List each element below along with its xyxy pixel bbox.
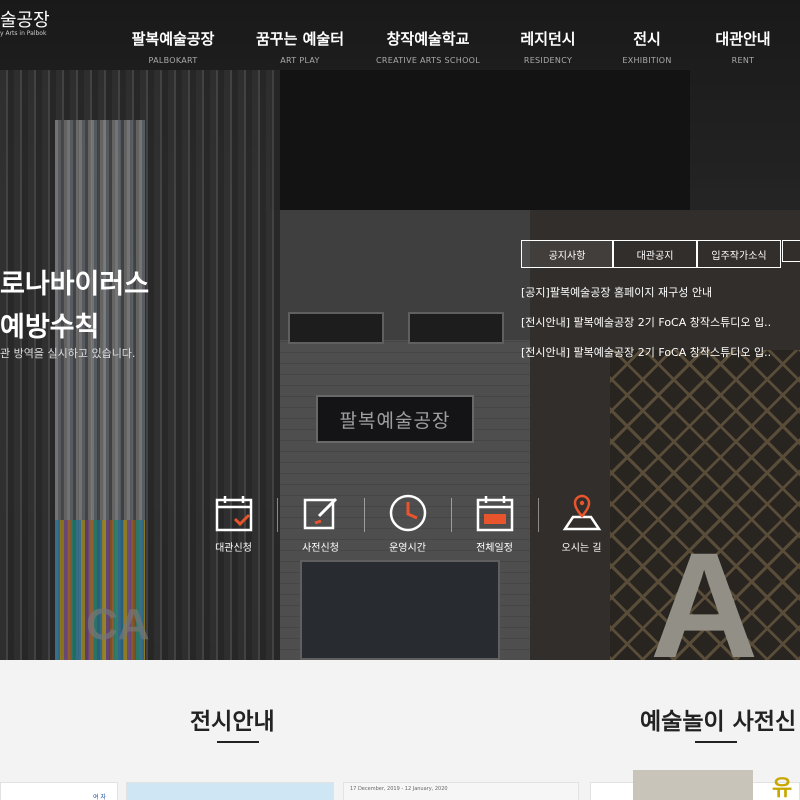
nav-item-residency[interactable]: 레지던시 RESIDENCY	[492, 28, 604, 65]
art-play-thumbnail[interactable]	[633, 770, 753, 800]
nav-item-label: 대관안내	[715, 30, 771, 48]
calendar-check-icon	[211, 492, 257, 534]
nav-item-label: 전시	[633, 30, 661, 48]
quick-rental-application[interactable]: 대관신청	[190, 492, 277, 554]
nav-item-art-play[interactable]: 꿈꾸는 예술터 ART PLAY	[236, 28, 364, 65]
tab-rental-notice[interactable]: 대관공지	[613, 240, 697, 268]
exhibition-section-title: 전시안내	[190, 709, 275, 735]
site-logo-subtitle: y Arts in Palbok	[0, 30, 47, 37]
nav-item-label: 팔복예술공장	[131, 30, 215, 48]
art-play-card-title: 유	[772, 776, 793, 800]
nav-item-label: 레지던시	[520, 30, 576, 48]
quick-label: 오시는 길	[561, 543, 602, 554]
quick-label: 대관신청	[215, 543, 252, 554]
quick-label: 운영시간	[389, 543, 426, 554]
nav-item-sublabel: CREATIVE ARTS SCHOOL	[375, 56, 481, 65]
quick-opening-hours[interactable]: 운영시간	[364, 492, 451, 554]
section-underline	[695, 741, 737, 743]
nav-item-sublabel: EXHIBITION	[622, 56, 672, 65]
nav-item-rent[interactable]: 대관안내 RENT	[690, 28, 796, 65]
quick-label: 사전신청	[302, 543, 339, 554]
nav-item-label: 꿈꾸는 예술터	[255, 30, 345, 48]
notice-tabs: 공지사항 대관공지 입주작가소식	[521, 240, 781, 268]
nav-item-sublabel: PALBOKART	[148, 56, 198, 65]
site-logo[interactable]: 술공장	[0, 6, 50, 32]
tab-notice[interactable]: 공지사항	[521, 240, 613, 268]
tab-more[interactable]	[782, 240, 800, 262]
quick-menu: 대관신청 사전신청 운영시간 전체일정 오시는 길	[190, 492, 625, 554]
nav-item-creative-arts-school[interactable]: 창작예술학교 CREATIVE ARTS SCHOOL	[364, 28, 492, 65]
nav-item-sublabel: RESIDENCY	[523, 56, 573, 65]
quick-directions[interactable]: 오시는 길	[538, 492, 625, 554]
edit-icon	[298, 492, 344, 534]
card-date: 17 December, 2019 - 12 January, 2020	[350, 786, 448, 792]
art-play-section-title: 예술놀이 사전신	[640, 709, 797, 735]
hero-title-line2: 예방수칙	[0, 312, 100, 343]
map-pin-icon	[559, 492, 605, 534]
nav-item-exhibition[interactable]: 전시 EXHIBITION	[604, 28, 690, 65]
quick-full-schedule[interactable]: 전체일정	[451, 492, 538, 554]
card-tag: 여 자	[93, 794, 106, 800]
hero-title-line1: 로나바이러스	[0, 269, 150, 300]
tab-artist-news[interactable]: 입주작가소식	[697, 240, 781, 268]
notice-item[interactable]: [공지]팔복예술공장 홈페이지 재구성 안내	[521, 284, 771, 314]
nav-item-palbokart[interactable]: 팔복예술공장 PALBOKART	[110, 28, 236, 65]
main-nav: 팔복예술공장 PALBOKART 꿈꾸는 예술터 ART PLAY 창작예술학교…	[110, 28, 800, 65]
hero-subtitle: 관 방역을 실시하고 있습니다.	[0, 347, 136, 360]
nav-item-sublabel: RENT	[731, 56, 755, 65]
clock-icon	[385, 492, 431, 534]
nav-item-sublabel: ART PLAY	[280, 56, 320, 65]
nav-item-label: 창작예술학교	[386, 30, 470, 48]
notice-list: [공지]팔복예술공장 홈페이지 재구성 안내 [전시안내] 팔복예술공장 2기 …	[521, 284, 771, 374]
notice-item[interactable]: [전시안내] 팔복예술공장 2기 FoCA 창작스튜디오 입..	[521, 344, 771, 374]
notice-item[interactable]: [전시안내] 팔복예술공장 2기 FoCA 창작스튜디오 입..	[521, 314, 771, 344]
quick-label: 전체일정	[476, 543, 513, 554]
section-underline	[217, 741, 259, 743]
calendar-icon	[472, 492, 518, 534]
quick-pre-registration[interactable]: 사전신청	[277, 492, 364, 554]
exhibition-card[interactable]	[126, 782, 334, 800]
